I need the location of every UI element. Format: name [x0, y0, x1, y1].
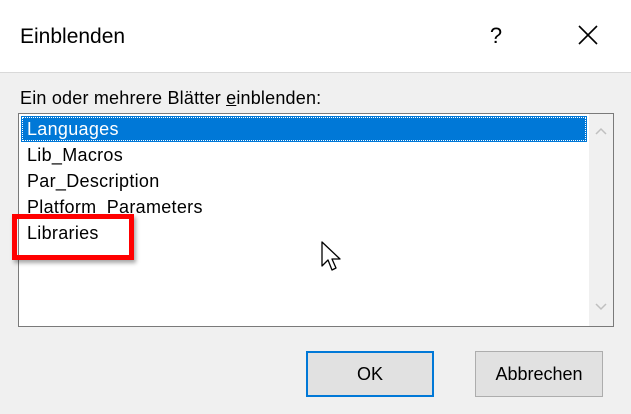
list-item-lib-macros[interactable]: Lib_Macros [21, 142, 587, 168]
dialog-title: Einblenden [20, 25, 126, 48]
vertical-scrollbar[interactable] [589, 114, 613, 326]
ok-button[interactable]: OK [306, 351, 434, 397]
prompt-label: Ein oder mehrere Blätter einblenden: [20, 88, 321, 109]
help-button[interactable]: ? [478, 18, 514, 54]
unhide-dialog: Einblenden ? Ein oder mehrere Blätter ei… [0, 0, 631, 414]
prompt-accelerator: e [226, 88, 237, 108]
scroll-up-button[interactable] [589, 120, 613, 144]
mouse-cursor-icon [321, 241, 341, 271]
prompt-text-start: Ein oder mehrere Blätter [20, 88, 227, 108]
list-item-languages[interactable]: Languages [21, 116, 587, 142]
title-bar: Einblenden ? [0, 0, 631, 72]
prompt-text-end: inblenden: [236, 88, 322, 108]
chevron-up-icon [595, 127, 607, 135]
title-divider [0, 72, 631, 73]
red-highlight-box [12, 214, 134, 260]
scroll-down-button[interactable] [589, 296, 613, 320]
chevron-down-icon [595, 303, 607, 311]
cancel-button[interactable]: Abbrechen [475, 351, 603, 397]
close-icon [578, 25, 598, 45]
list-item-par-description[interactable]: Par_Description [21, 168, 587, 194]
close-button[interactable] [566, 18, 610, 54]
